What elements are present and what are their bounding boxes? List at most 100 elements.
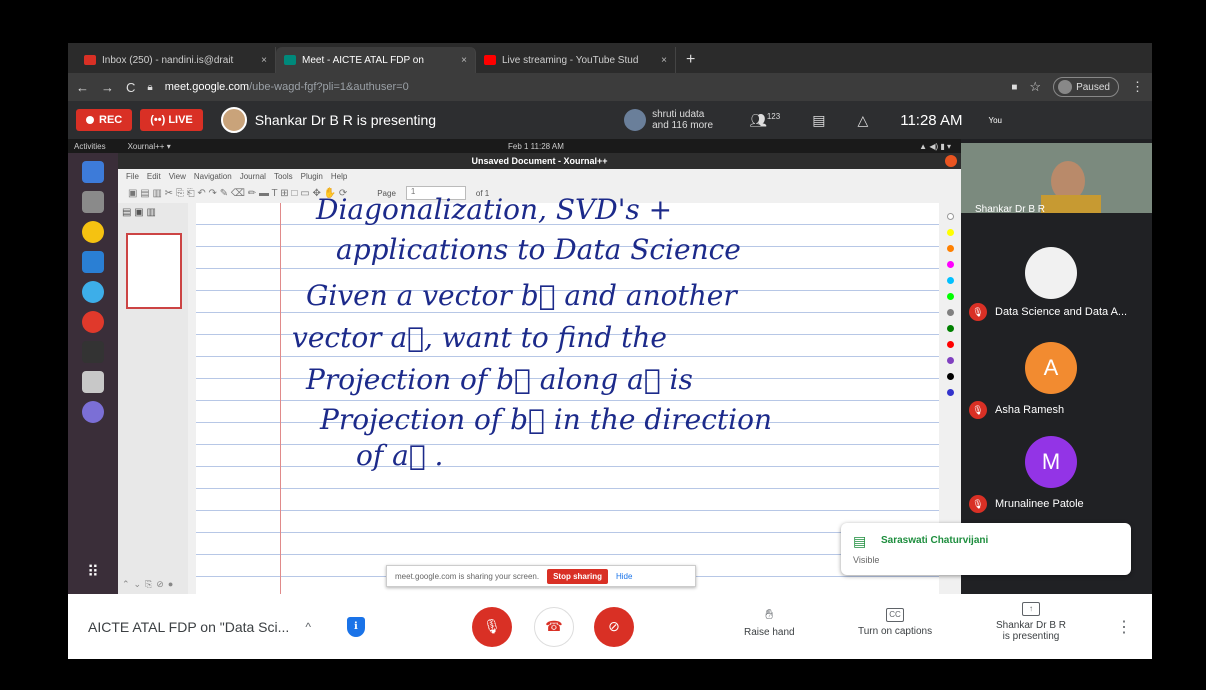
sidebar-controls: ⌃⌄⎘⊘● — [122, 579, 178, 589]
profile-button[interactable]: Paused — [1053, 77, 1119, 97]
chrome-icon — [82, 311, 104, 333]
activities-label: Activities — [74, 141, 106, 151]
tab-youtube[interactable]: Live streaming - YouTube Stud × — [476, 47, 676, 73]
color-swatch — [946, 325, 954, 332]
hide-button[interactable]: Hide — [616, 572, 632, 581]
meeting-title[interactable]: AICTE ATAL FDP on "Data Sci... — [88, 619, 289, 635]
security-shield-icon[interactable]: ℹ — [346, 616, 365, 637]
tab-gmail[interactable]: Inbox (250) - nandini.is@drait × — [76, 47, 276, 73]
presenting-line1: Shankar Dr B R — [996, 620, 1067, 631]
people-text: shruti udata and 116 more — [652, 109, 713, 131]
url-path: /ube-wagd-fgf?pli=1&authuser=0 — [249, 81, 409, 93]
toolbar-icons: ▣ ▤ ▥ ✂ ⎘ ⎗ ↶ ↷ ✎ ⌫ ✏ ▬ T ⊞ □ ▭ ✥ ✋ ⟳ — [128, 187, 348, 199]
note-page: Diagonalization, SVD's + applications to… — [196, 193, 946, 594]
more-options-icon[interactable]: ⋮ — [1116, 617, 1132, 637]
thunderbird-icon — [82, 161, 104, 183]
mic-toggle-button[interactable]: 🎙︎ — [472, 606, 512, 647]
terminal-icon — [82, 341, 104, 363]
mic-off-icon: 🎙︎ — [969, 401, 987, 419]
color-swatch — [946, 341, 954, 348]
star-icon[interactable]: ☆ — [1029, 79, 1041, 95]
menu-icon[interactable]: ⋮ — [1131, 79, 1144, 95]
close-tab-icon[interactable]: × — [261, 55, 267, 66]
page-sidebar: ▤ ▣ ▥ ⌃⌄⎘⊘● — [118, 203, 188, 594]
leave-call-button[interactable]: ☎︎ — [534, 606, 574, 647]
color-swatch — [946, 213, 954, 220]
new-tab-button[interactable]: + — [676, 47, 705, 73]
sharing-text: meet.google.com is sharing your screen. — [395, 571, 540, 581]
rhythmbox-icon — [82, 221, 104, 243]
captions-label: Turn on captions — [858, 626, 933, 637]
present-icon: ↑ — [1022, 602, 1041, 616]
menu-item: Help — [330, 171, 348, 181]
activities-icon[interactable]: △ — [857, 112, 868, 129]
xournal-window: Unsaved Document - Xournal++ File Edit V… — [118, 153, 961, 594]
chevron-up-icon[interactable]: ^ — [305, 620, 311, 634]
url-field[interactable]: meet.google.com/ube-wagd-fgf?pli=1&authu… — [165, 81, 409, 93]
color-swatch — [946, 309, 954, 316]
gnome-clock: Feb 1 11:28 AM — [508, 141, 564, 151]
menu-item: Plugin — [300, 171, 323, 181]
participant-name: Data Science and Data A... — [995, 306, 1128, 318]
reload-icon[interactable]: C — [126, 80, 135, 95]
writer-icon — [82, 251, 104, 273]
participants-summary[interactable]: shruti udata and 116 more — [624, 109, 713, 131]
notification-text: Visible — [853, 555, 880, 565]
forward-icon[interactable]: → — [101, 80, 114, 95]
handwriting-line: Diagonalization, SVD's + — [316, 193, 673, 226]
participant-row[interactable]: 🎙︎ Mrunalinee Patole — [969, 495, 1084, 513]
phone-icon: ☎︎ — [545, 618, 563, 634]
tab-label: Inbox (250) - nandini.is@drait — [102, 54, 234, 66]
captions-icon: CC — [886, 608, 905, 622]
people-line2: and 116 more — [652, 120, 714, 131]
screen-sharing-bar: meet.google.com is sharing your screen. … — [386, 565, 696, 587]
raise-hand-button[interactable]: ✋︎ Raise hand — [744, 606, 795, 638]
color-swatch — [946, 245, 954, 252]
participant-name: Asha Ramesh — [995, 404, 1065, 416]
color-swatch — [946, 357, 954, 364]
color-swatch — [946, 293, 954, 300]
participant-tile[interactable]: Shankar Dr B R — [961, 143, 1152, 219]
chat-notification[interactable]: ▤ Saraswati Chaturvijani Visible — [841, 523, 1131, 575]
xournal-menubar: File Edit View Navigation Journal Tools … — [118, 169, 961, 183]
presenter-avatar — [220, 107, 247, 133]
page-thumbnail — [126, 233, 182, 309]
presenting-button[interactable]: ↑ Shankar Dr B R is presenting — [996, 602, 1066, 642]
tab-strip: Inbox (250) - nandini.is@drait × Meet - … — [68, 43, 1152, 73]
participant-row[interactable]: 🎙︎ Asha Ramesh — [969, 401, 1064, 419]
chat-icon: ▤ — [853, 533, 867, 549]
files-icon — [82, 191, 104, 213]
browser-window: Inbox (250) - nandini.is@drait × Meet - … — [68, 43, 1152, 659]
back-icon[interactable]: ← — [76, 80, 89, 95]
show-apps-icon: ⠿ — [87, 564, 99, 581]
camera-toggle-button[interactable]: ⊘ — [594, 606, 634, 647]
app-menu: Xournal++ ▾ — [127, 141, 171, 151]
chat-icon[interactable]: ▤ — [812, 112, 825, 129]
address-bar-actions: ■ ☆ Paused ⋮ — [1011, 77, 1144, 97]
close-tab-icon[interactable]: × — [661, 55, 667, 66]
tab-meet[interactable]: Meet - AICTE ATAL FDP on × — [276, 47, 476, 73]
menu-item: Edit — [146, 171, 161, 181]
system-tray-icons: ▲ ◀) ▮ ▾ — [919, 141, 951, 151]
handwriting-line: of a⃗ . — [356, 439, 444, 472]
participant-row[interactable]: 🎙︎ Data Science and Data A... — [969, 303, 1127, 321]
participant-body — [1041, 195, 1101, 213]
avatar — [1058, 80, 1073, 94]
tab-label: Meet - AICTE ATAL FDP on — [302, 54, 424, 66]
address-bar: ← → C 🔒︎ meet.google.com/ube-wagd-fgf?pl… — [68, 73, 1152, 101]
gnome-top-bar: Activities Xournal++ ▾ Feb 1 11:28 AM ▲ … — [68, 139, 961, 153]
mic-off-icon: 🎙︎ — [969, 495, 987, 513]
help-icon — [82, 281, 104, 303]
close-tab-icon[interactable]: × — [461, 55, 467, 66]
color-swatch — [946, 389, 954, 396]
record-dot-icon — [86, 116, 94, 124]
url-host: meet.google.com — [164, 81, 250, 93]
people-icon[interactable]: 👥︎123 — [749, 112, 780, 129]
color-swatch — [946, 373, 954, 380]
handwriting-line: applications to Data Science — [336, 233, 741, 266]
meet-icon — [284, 55, 296, 65]
stop-sharing-button[interactable]: Stop sharing — [547, 568, 608, 584]
camera-off-icon: ⊘ — [608, 618, 620, 634]
captions-button[interactable]: CC Turn on captions — [858, 608, 932, 637]
camera-icon[interactable]: ■ — [1011, 82, 1017, 93]
